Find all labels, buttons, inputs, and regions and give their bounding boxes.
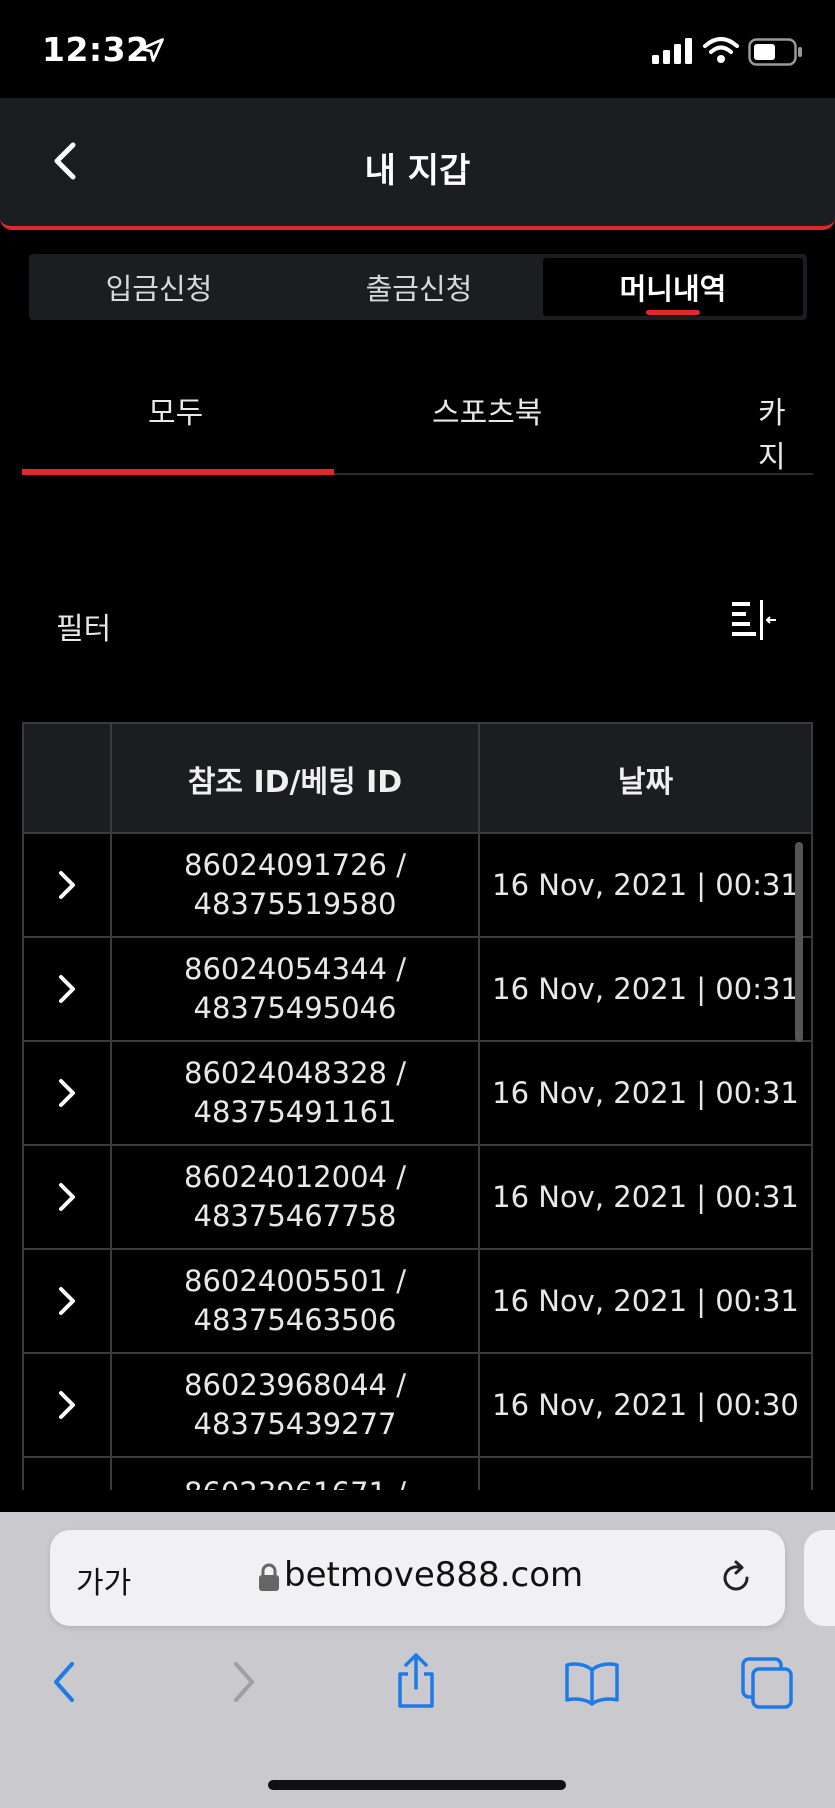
expand-row-button[interactable]: [24, 1146, 112, 1248]
browser-back-icon[interactable]: [46, 1658, 82, 1706]
date-cell: [480, 1458, 811, 1490]
home-indicator: [268, 1780, 566, 1790]
ref-bet-id-cell: 86024054344 / 48375495046: [112, 938, 480, 1040]
lock-icon: [259, 1563, 279, 1591]
bet-id: 48375495046: [193, 991, 397, 1025]
bet-id: 48375439277: [193, 1407, 397, 1441]
date-cell: 16 Nov, 2021 | 00:31: [492, 1284, 799, 1318]
tab-money-history[interactable]: 머니내역: [543, 258, 803, 316]
browser-toolbar: 가가 betmove888.com: [0, 1512, 835, 1808]
expand-row-button[interactable]: [24, 938, 112, 1040]
ref-bet-id-cell: 86024012004 / 48375467758: [112, 1146, 480, 1248]
tab-sportsbook[interactable]: 스포츠북: [432, 388, 542, 432]
share-icon[interactable]: [392, 1652, 440, 1710]
header-ref-bet-id: 참조 ID/베팅 ID: [112, 724, 480, 834]
ref-id: 86023961671 /: [184, 1474, 406, 1490]
battery-icon: [748, 38, 802, 66]
reload-icon[interactable]: [716, 1558, 756, 1598]
wifi-icon: [703, 37, 739, 63]
tabs-icon[interactable]: [740, 1656, 794, 1710]
app-header: 내 지갑: [0, 98, 835, 230]
ref-id: 86024048328 /: [184, 1056, 406, 1090]
date-cell: 16 Nov, 2021 | 00:31: [492, 972, 799, 1006]
browser-forward-icon[interactable]: [226, 1658, 262, 1706]
active-category-indicator: [22, 469, 334, 475]
expand-row-button[interactable]: [24, 834, 112, 936]
ref-id: 86024012004 /: [184, 1160, 406, 1194]
money-history-table: 참조 ID/베팅 ID 날짜 86024091726 / 48375519580 …: [22, 722, 813, 1490]
tab-casino[interactable]: 카지: [758, 388, 813, 476]
ref-bet-id-cell: 86023968044 / 48375439277: [112, 1354, 480, 1456]
chevron-right-icon: [59, 975, 75, 1003]
table-row[interactable]: 86023968044 / 48375439277 16 Nov, 2021 | …: [24, 1354, 811, 1458]
date-cell: 16 Nov, 2021 | 00:31: [492, 1180, 799, 1214]
table-row[interactable]: 86023961671 /: [24, 1458, 811, 1490]
header-expand: [24, 724, 112, 834]
table-row[interactable]: 86024091726 / 48375519580 16 Nov, 2021 | …: [24, 834, 811, 938]
tab-deposit-request[interactable]: 입금신청: [29, 254, 289, 320]
filter-toggle-icon[interactable]: [730, 598, 778, 642]
ref-bet-id-cell: 86023961671 /: [112, 1458, 480, 1490]
ref-bet-id-cell: 86024048328 / 48375491161: [112, 1042, 480, 1144]
bet-id: 48375463506: [193, 1303, 397, 1337]
url-text: betmove888.com: [284, 1555, 584, 1595]
table-header: 참조 ID/베팅 ID 날짜: [24, 722, 811, 834]
ref-id: 86023968044 /: [184, 1368, 406, 1402]
expand-row-button[interactable]: [24, 1042, 112, 1144]
tab-withdrawal-request[interactable]: 출금신청: [289, 254, 549, 320]
tab-all[interactable]: 모두: [148, 388, 203, 432]
table-row[interactable]: 86024012004 / 48375467758 16 Nov, 2021 | …: [24, 1146, 811, 1250]
ref-id: 86024005501 /: [184, 1264, 406, 1298]
table-row[interactable]: 86024048328 / 48375491161 16 Nov, 2021 | …: [24, 1042, 811, 1146]
status-time: 12:32: [42, 30, 150, 69]
chevron-right-icon: [59, 871, 75, 899]
ref-id: 86024091726 /: [184, 848, 406, 882]
bet-id: 48375467758: [193, 1199, 397, 1233]
table-scrollbar[interactable]: [795, 842, 803, 1042]
location-arrow-icon: [140, 38, 164, 62]
cellular-signal-icon: [652, 38, 692, 64]
table-row[interactable]: 86024005501 / 48375463506 16 Nov, 2021 | …: [24, 1250, 811, 1354]
bet-id: 48375519580: [193, 887, 397, 921]
expand-row-button[interactable]: [24, 1458, 112, 1490]
filter-label: 필터: [56, 612, 112, 647]
date-cell: 16 Nov, 2021 | 00:31: [492, 868, 799, 902]
active-segment-indicator: [646, 310, 700, 315]
ref-bet-id-cell: 86024005501 / 48375463506: [112, 1250, 480, 1352]
bet-id: 48375491161: [193, 1095, 397, 1129]
page-title: 내 지갑: [364, 151, 471, 191]
table-row[interactable]: 86024054344 / 48375495046 16 Nov, 2021 | …: [24, 938, 811, 1042]
expand-row-button[interactable]: [24, 1354, 112, 1456]
chevron-right-icon: [59, 1391, 75, 1419]
status-bar: 12:32: [0, 0, 835, 98]
chevron-right-icon: [59, 1079, 75, 1107]
header-date: 날짜: [617, 765, 674, 800]
expand-row-button[interactable]: [24, 1250, 112, 1352]
next-tab-preview[interactable]: [804, 1530, 835, 1626]
date-cell: 16 Nov, 2021 | 00:31: [492, 1076, 799, 1110]
chevron-right-icon: [59, 1287, 75, 1315]
chevron-right-icon: [59, 1183, 75, 1211]
bookmarks-icon[interactable]: [564, 1660, 620, 1706]
category-tabs: 모두 스포츠북 카지: [22, 360, 813, 475]
ref-bet-id-cell: 86024091726 / 48375519580: [112, 834, 480, 936]
text-size-button[interactable]: 가가: [76, 1558, 131, 1602]
date-cell: 16 Nov, 2021 | 00:30: [492, 1388, 799, 1422]
ref-id: 86024054344 /: [184, 952, 406, 986]
address-bar[interactable]: 가가 betmove888.com: [50, 1530, 785, 1626]
